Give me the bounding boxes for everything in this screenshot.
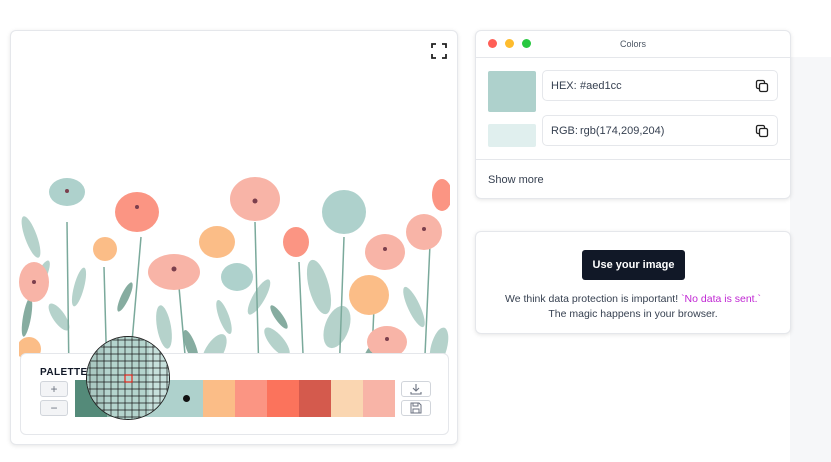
download-button[interactable]: [401, 381, 431, 397]
copy-icon[interactable]: [755, 124, 769, 138]
window-titlebar: Colors: [476, 31, 790, 58]
copy-icon[interactable]: [755, 79, 769, 93]
palette-swatch[interactable]: [363, 380, 395, 417]
upload-card: Use your image We think data protection …: [475, 231, 791, 334]
page-background-panel: [790, 57, 831, 462]
fullscreen-icon[interactable]: [431, 43, 447, 59]
privacy-notice: We think data protection is important! `…: [476, 293, 790, 305]
palette-swatch[interactable]: [299, 380, 331, 417]
rgb-value[interactable]: rgb(174,209,204): [580, 125, 664, 137]
window-title: Colors: [619, 39, 646, 49]
add-color-button[interactable]: +: [40, 381, 68, 397]
secondary-color-chip: [488, 124, 536, 147]
selected-color-chip: [488, 71, 536, 112]
palette-swatch[interactable]: [331, 380, 363, 417]
palette-swatch[interactable]: [203, 380, 235, 417]
palette-swatch[interactable]: [267, 380, 299, 417]
hex-field[interactable]: HEX: #aed1cc: [542, 70, 778, 101]
magnifier-loupe: [86, 336, 170, 420]
palette-panel: PALETTE + −: [20, 353, 449, 435]
privacy-notice-line2: The magic happens in your browser.: [548, 308, 718, 320]
privacy-notice-text: We think data protection is important!: [504, 293, 679, 305]
selected-indicator: [183, 395, 190, 402]
remove-color-button[interactable]: −: [40, 400, 68, 416]
colors-window: Colors HEX: #aed1cc RGB: rgb(174,209,204…: [475, 30, 791, 199]
privacy-notice-highlight: `No data is sent.`: [681, 293, 762, 305]
download-icon: [410, 384, 422, 395]
rgb-field[interactable]: RGB: rgb(174,209,204): [542, 115, 778, 146]
image-card: PALETTE + −: [10, 30, 458, 445]
use-your-image-button[interactable]: Use your image: [582, 250, 685, 280]
divider: [476, 159, 790, 160]
palette-swatch-selected[interactable]: [171, 380, 203, 417]
rgb-label: RGB:: [551, 125, 578, 137]
hex-value[interactable]: #aed1cc: [580, 80, 622, 92]
save-button[interactable]: [401, 400, 431, 416]
hex-label: HEX:: [551, 80, 577, 92]
show-more-link[interactable]: Show more: [488, 174, 544, 186]
palette-title: PALETTE: [40, 367, 88, 378]
save-icon: [410, 402, 422, 414]
palette-swatch[interactable]: [235, 380, 267, 417]
